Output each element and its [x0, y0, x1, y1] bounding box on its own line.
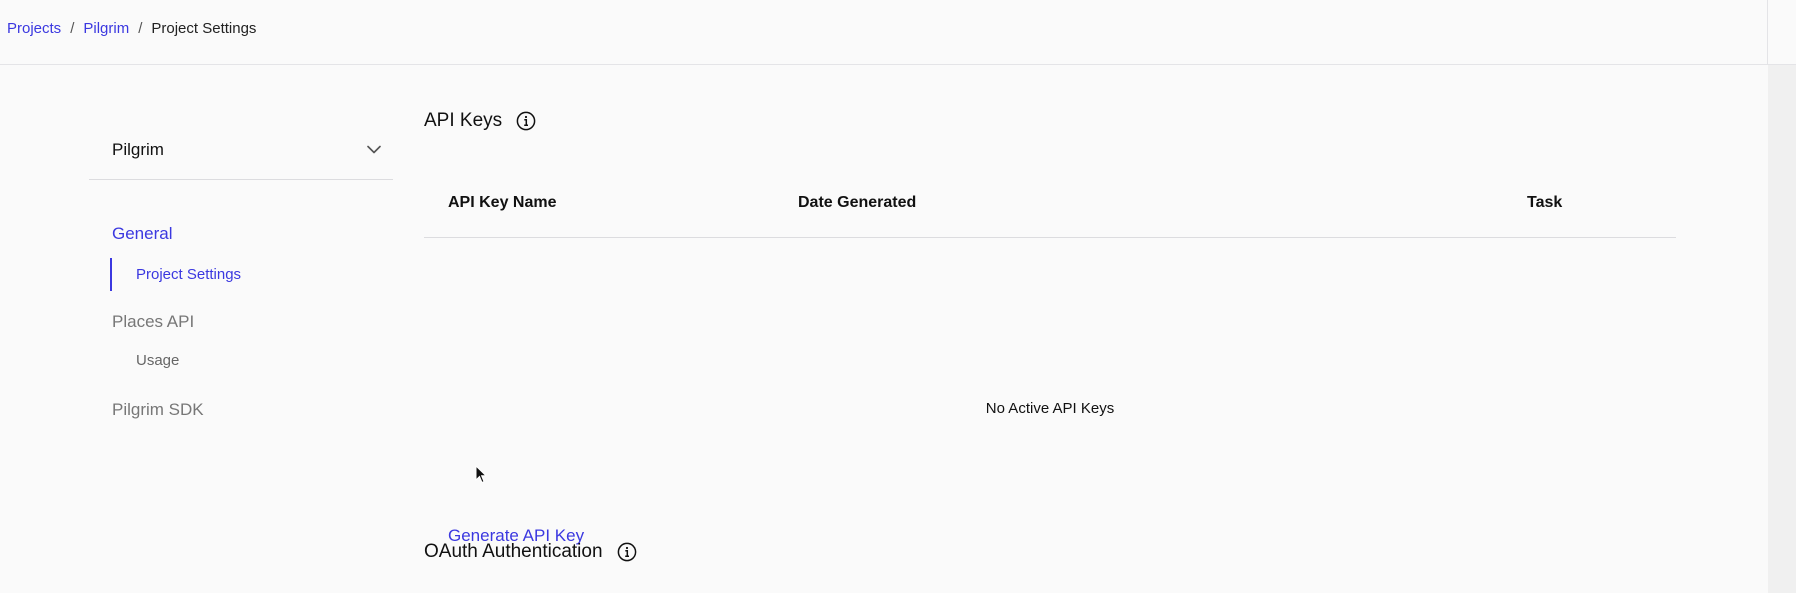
- table-header: API Key Name Date Generated Task: [424, 190, 1676, 238]
- sidebar-item-general[interactable]: General: [112, 224, 172, 244]
- oauth-header: OAuth Authentication: [424, 541, 637, 563]
- column-header-api-key-name: API Key Name: [448, 194, 557, 211]
- topbar-edge: [1767, 0, 1768, 65]
- breadcrumb-projects-link[interactable]: Projects: [7, 20, 61, 37]
- sidebar-item-project-settings[interactable]: Project Settings: [110, 258, 241, 291]
- main-content: API Keys API Key Name Date Generated Tas…: [424, 110, 1676, 562]
- breadcrumb-separator: /: [138, 20, 143, 37]
- mouse-cursor-icon: [475, 464, 488, 489]
- info-icon[interactable]: [617, 542, 637, 562]
- sidebar-item-label: Project Settings: [136, 266, 242, 283]
- info-icon[interactable]: [516, 111, 536, 131]
- scrollbar-track[interactable]: [1768, 65, 1796, 593]
- breadcrumb-separator: /: [70, 20, 75, 37]
- sidebar-item-pilgrim-sdk[interactable]: Pilgrim SDK: [112, 400, 204, 420]
- api-keys-header: API Keys: [424, 110, 1676, 132]
- column-header-task: Task: [1527, 194, 1563, 211]
- oauth-title: OAuth Authentication: [424, 541, 603, 562]
- column-header-date-generated: Date Generated: [798, 194, 917, 211]
- empty-state-message: No Active API Keys: [985, 400, 1115, 417]
- api-keys-table: API Key Name Date Generated Task No Acti…: [424, 190, 1676, 545]
- top-bar: Projects / Pilgrim / Project Settings: [0, 0, 1796, 65]
- breadcrumb: Projects / Pilgrim / Project Settings: [7, 20, 256, 37]
- sidebar-item-places-api[interactable]: Places API: [112, 312, 194, 332]
- project-select[interactable]: Pilgrim: [89, 120, 393, 180]
- sidebar: Pilgrim General Project Settings Places …: [89, 120, 393, 419]
- breadcrumb-pilgrim-link[interactable]: Pilgrim: [83, 20, 129, 37]
- chevron-down-icon: [367, 145, 381, 154]
- sidebar-item-usage[interactable]: Usage: [136, 352, 179, 369]
- breadcrumb-current: Project Settings: [151, 20, 257, 37]
- project-select-value: Pilgrim: [112, 139, 164, 159]
- api-keys-title: API Keys: [424, 110, 503, 131]
